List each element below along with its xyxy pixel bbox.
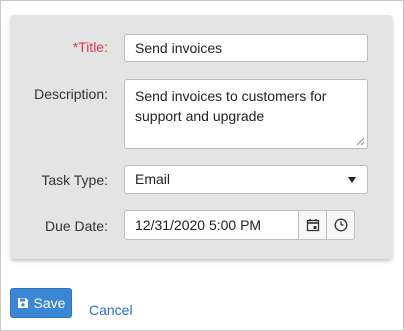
clock-icon [334,218,347,232]
due-date-picker: 12/31/2020 5:00 PM [124,210,355,240]
title-label: *Title: [72,39,108,55]
clock-button[interactable] [326,211,354,239]
floppy-disk-icon [17,298,28,308]
description-text: Send invoices to customers for support a… [135,88,327,124]
save-button[interactable]: Save [10,288,72,318]
description-textarea[interactable]: Send invoices to customers for support a… [124,79,368,149]
calendar-button[interactable] [298,211,326,239]
calendar-icon [306,219,319,232]
task-type-select[interactable]: Email [124,165,368,194]
due-date-input[interactable]: 12/31/2020 5:00 PM [135,211,261,239]
description-label: Description: [34,86,108,102]
task-form-panel: *Title: Send invoices Description: Send … [11,15,392,259]
dialog-frame: *Title: Send invoices Description: Send … [0,0,404,331]
task-type-selected: Email [135,171,171,187]
caret-down-icon [348,177,356,183]
cancel-link[interactable]: Cancel [89,302,133,318]
resize-grip-icon[interactable] [356,137,365,146]
due-date-label: Due Date: [44,218,108,234]
task-type-label: Task Type: [41,172,108,188]
title-input[interactable]: Send invoices [124,34,368,62]
save-label: Save [33,295,66,311]
